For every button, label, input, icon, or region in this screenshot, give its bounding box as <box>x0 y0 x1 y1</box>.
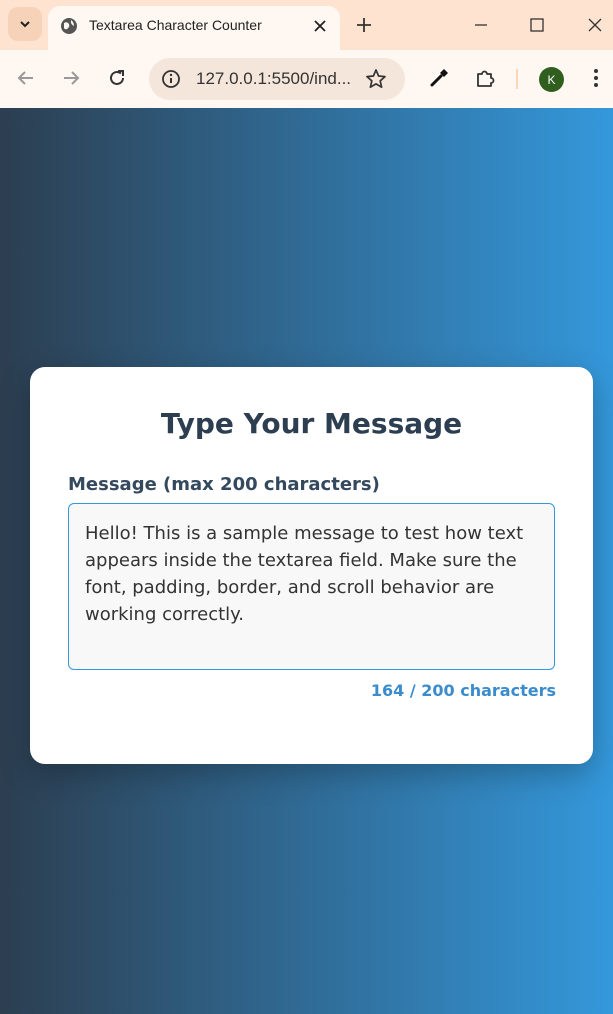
maximize-button[interactable] <box>525 13 549 37</box>
browser-toolbar: 127.0.0.1:5500/ind... <box>0 50 613 108</box>
profile-avatar[interactable]: K <box>539 67 564 92</box>
extensions-button[interactable] <box>473 66 497 90</box>
eyedropper-button[interactable] <box>427 66 451 90</box>
reload-icon <box>110 70 124 85</box>
page-viewport: Type Your Message Message (max 200 chara… <box>0 108 613 1014</box>
browser-tab-strip: Textarea Character Counter <box>0 0 613 50</box>
maximize-icon <box>530 18 544 32</box>
message-textarea[interactable]: Hello! This is a sample message to test … <box>68 503 555 670</box>
star-icon[interactable] <box>365 68 387 90</box>
browser-menu-button[interactable] <box>584 66 608 90</box>
close-icon <box>314 20 326 32</box>
toolbar-separator <box>516 69 518 89</box>
info-icon[interactable] <box>161 69 181 89</box>
tab-close-button[interactable] <box>310 16 330 36</box>
new-tab-button[interactable] <box>352 13 376 37</box>
url-text[interactable]: 127.0.0.1:5500/ind... <box>196 69 351 89</box>
character-counter: 164 / 200 characters <box>370 681 556 700</box>
minimize-icon <box>475 24 487 26</box>
arrow-left-icon <box>17 71 33 85</box>
close-window-button[interactable] <box>583 13 607 37</box>
message-card: Type Your Message Message (max 200 chara… <box>30 367 593 764</box>
chevron-down-icon <box>20 21 30 28</box>
active-tab[interactable]: Textarea Character Counter <box>48 6 340 50</box>
arrow-right-icon <box>64 71 80 85</box>
reload-button[interactable] <box>105 66 129 90</box>
puzzle-icon <box>477 70 495 87</box>
eyedropper-icon <box>430 69 448 87</box>
close-icon <box>588 18 602 32</box>
page-title: Type Your Message <box>160 407 463 440</box>
tab-title: Textarea Character Counter <box>89 17 262 33</box>
plus-icon <box>357 18 371 32</box>
kebab-menu-icon <box>594 69 598 87</box>
minimize-button[interactable] <box>469 13 493 37</box>
forward-button[interactable] <box>59 66 83 90</box>
tab-search-button[interactable] <box>8 7 42 41</box>
back-button[interactable] <box>14 66 38 90</box>
message-label: Message (max 200 characters) <box>68 474 380 495</box>
globe-icon <box>61 18 77 34</box>
address-bar[interactable]: 127.0.0.1:5500/ind... <box>149 58 405 100</box>
